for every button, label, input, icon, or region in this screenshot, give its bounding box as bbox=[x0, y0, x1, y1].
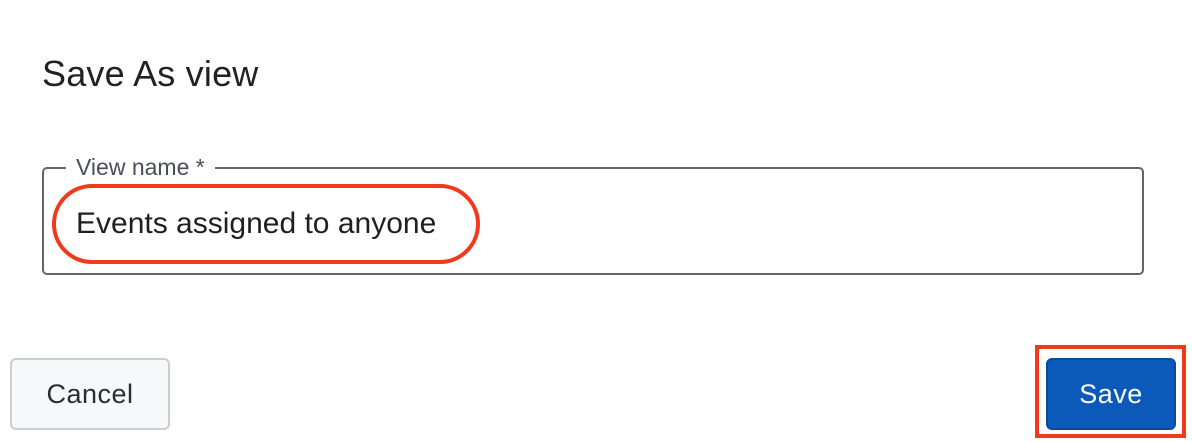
dialog-title: Save As view bbox=[42, 53, 259, 94]
save-button[interactable]: Save bbox=[1046, 358, 1176, 430]
view-name-input[interactable] bbox=[76, 205, 1076, 243]
cancel-button[interactable]: Cancel bbox=[10, 358, 170, 430]
save-as-view-dialog: Save As view View name * Cancel Save bbox=[0, 0, 1192, 442]
view-name-field[interactable]: View name * bbox=[42, 153, 1144, 275]
view-name-label: View name * bbox=[66, 153, 215, 181]
